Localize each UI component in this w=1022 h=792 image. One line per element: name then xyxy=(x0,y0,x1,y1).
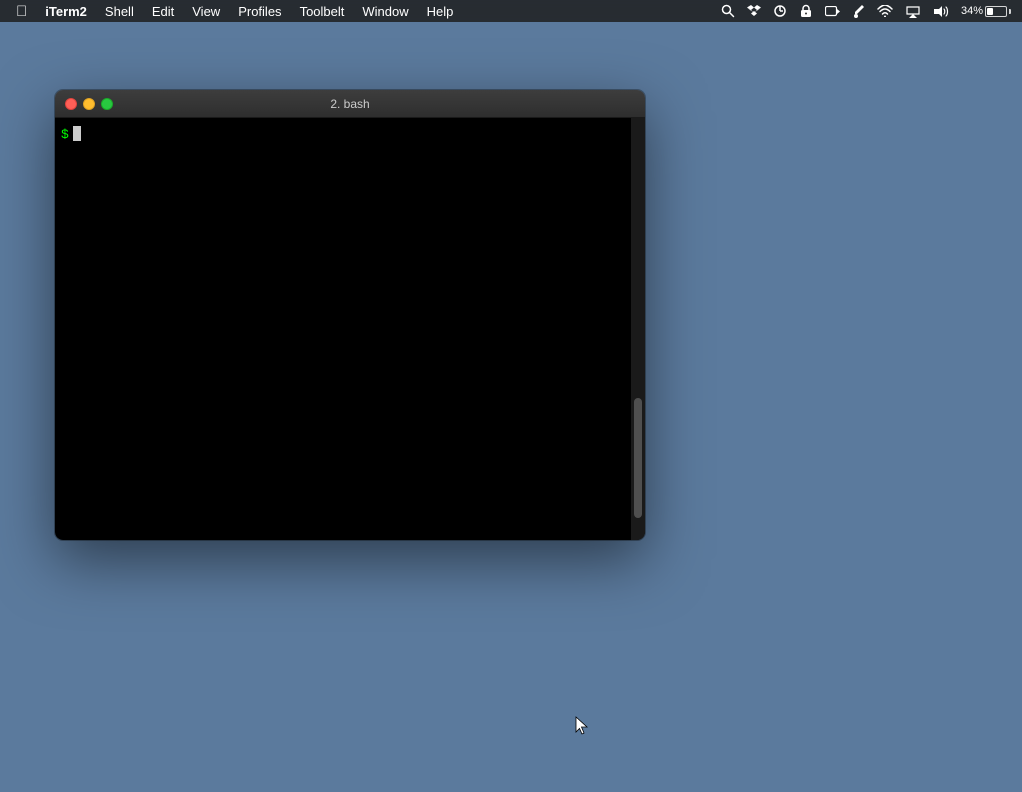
shell-menu[interactable]: Shell xyxy=(97,0,142,22)
sip-icon[interactable] xyxy=(850,4,868,18)
window-menu[interactable]: Window xyxy=(354,0,416,22)
terminal-window[interactable]: 2. bash $ xyxy=(55,90,645,540)
mouse-cursor xyxy=(575,716,587,734)
istat-icon[interactable] xyxy=(770,4,790,18)
menubar-left:  iTerm2 Shell Edit View Profiles Toolbe… xyxy=(8,0,461,22)
dropbox-icon[interactable] xyxy=(744,4,764,18)
prompt-dollar: $ xyxy=(61,126,69,144)
toolbelt-menu[interactable]: Toolbelt xyxy=(292,0,353,22)
spotlight-icon[interactable] xyxy=(718,4,738,18)
battery-fill xyxy=(987,8,993,15)
wifi-icon[interactable] xyxy=(874,5,896,17)
screenrecord-icon[interactable] xyxy=(822,6,844,17)
app-name-menu[interactable]: iTerm2 xyxy=(37,0,95,22)
terminal-cursor xyxy=(73,126,81,141)
airplay-icon[interactable] xyxy=(902,5,924,18)
maximize-button[interactable] xyxy=(101,98,113,110)
profiles-menu[interactable]: Profiles xyxy=(230,0,289,22)
terminal-content[interactable]: $ xyxy=(55,118,631,540)
onepassword-icon[interactable] xyxy=(796,4,816,18)
menubar-right: 34% xyxy=(718,4,1014,18)
menubar:  iTerm2 Shell Edit View Profiles Toolbe… xyxy=(0,0,1022,22)
desktop: 2. bash $ xyxy=(0,22,1022,792)
view-menu[interactable]: View xyxy=(184,0,228,22)
terminal-scrollbar-thumb[interactable] xyxy=(634,398,642,518)
battery-tip xyxy=(1009,9,1011,14)
close-button[interactable] xyxy=(65,98,77,110)
apple-menu[interactable]:  xyxy=(8,0,35,22)
help-menu[interactable]: Help xyxy=(419,0,462,22)
terminal-title: 2. bash xyxy=(330,97,369,111)
terminal-titlebar: 2. bash xyxy=(55,90,645,118)
terminal-body[interactable]: $ xyxy=(55,118,645,540)
battery-percent: 34% xyxy=(961,5,983,17)
terminal-prompt: $ xyxy=(61,126,625,144)
traffic-lights xyxy=(65,98,113,110)
terminal-scrollbar[interactable] xyxy=(631,118,645,540)
battery-status[interactable]: 34% xyxy=(958,5,1014,17)
volume-icon[interactable] xyxy=(930,5,952,18)
edit-menu[interactable]: Edit xyxy=(144,0,182,22)
minimize-button[interactable] xyxy=(83,98,95,110)
battery-body xyxy=(985,6,1007,17)
